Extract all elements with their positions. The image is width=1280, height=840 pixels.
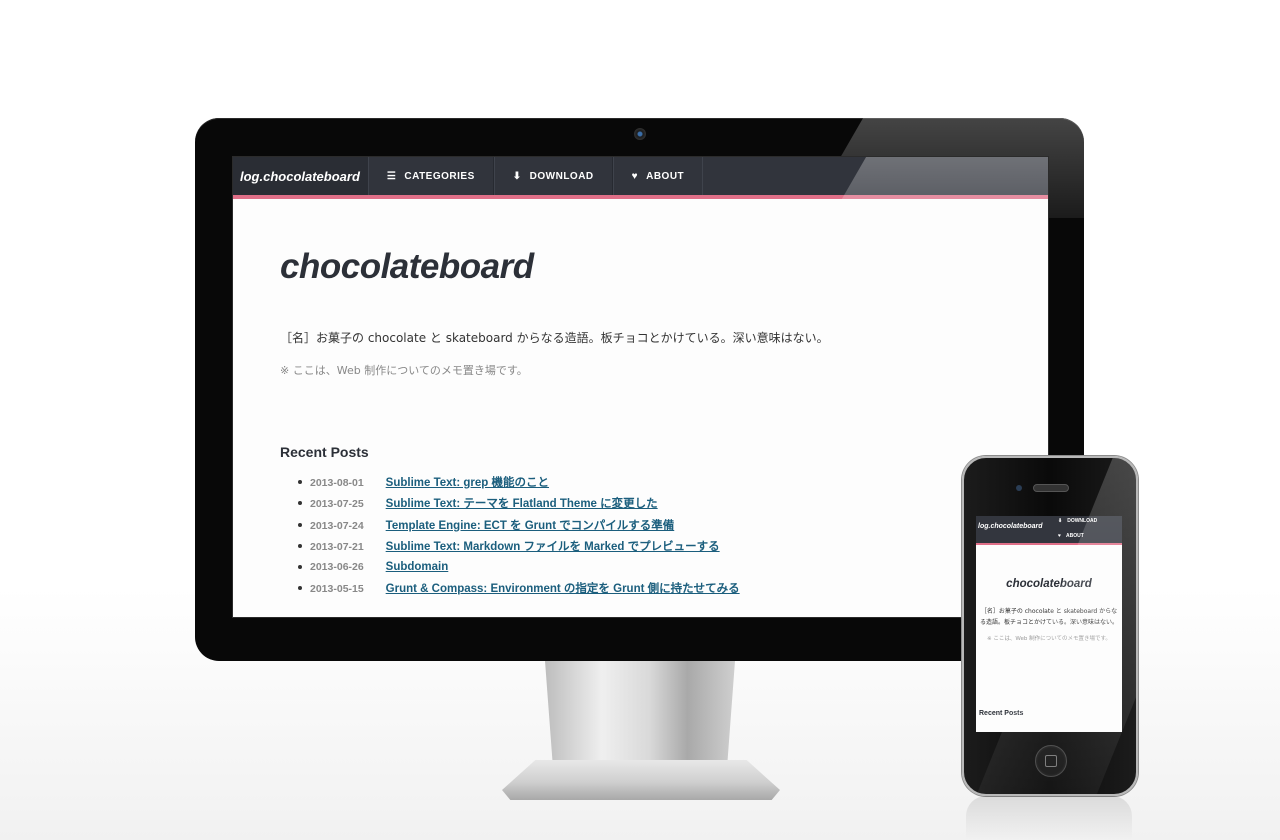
list-item: 2013-07-24 Template Engine: ECT を Grunt … [298,517,1020,538]
desktop-screen: log.chocolateboard ☰ CATEGORIES ⬇ DOWNLO… [232,156,1049,618]
download-icon: ⬇ [1058,518,1063,524]
post-link[interactable]: Sublime Text: テーマを Flatland Theme に変更した [386,498,658,510]
heart-icon: ♥ [1058,533,1061,539]
site-logo[interactable]: log.chocolateboard [233,157,368,195]
nav-download-label: DOWNLOAD [529,170,594,182]
phone-nav-about[interactable]: ♥ ABOUT [1058,533,1084,539]
desktop-monitor: log.chocolateboard ☰ CATEGORIES ⬇ DOWNLO… [195,118,1084,661]
post-date: 2013-07-25 [310,498,364,511]
phone-page-title: chocolateboard [1006,578,1092,590]
nav-about[interactable]: ♥ ABOUT [612,157,704,195]
phone-speaker [1033,484,1069,492]
post-link[interactable]: Sublime Text: grep 機能のこと [386,477,549,489]
post-date: 2013-05-15 [310,583,364,596]
phone-navbar: log.chocolateboard ⬇ DOWNLOAD ♥ ABOUT [976,516,1122,545]
list-item: 2013-07-21 Sublime Text: Markdown ファイルを … [298,538,1020,559]
site-description: ［名］お菓子の chocolate と skateboard からなる造語。板チ… [280,331,829,345]
post-link[interactable]: Subdomain [386,561,449,573]
phone-site-note: ※ ここは、Web 制作についてのメモ置き場です。 [987,636,1111,642]
post-date: 2013-07-21 [310,540,364,553]
phone-screen: log.chocolateboard ⬇ DOWNLOAD ♥ ABOUT choc… [976,516,1122,732]
page-title: chocolateboard [280,247,534,286]
post-date: 2013-08-01 [310,477,364,489]
home-button[interactable] [1035,745,1067,777]
download-icon: ⬇ [512,170,522,182]
phone-nav-download[interactable]: ⬇ DOWNLOAD [1058,518,1097,524]
phone-camera-icon [1016,485,1022,491]
post-link[interactable]: Grunt & Compass: Environment の指定を Grunt … [386,583,740,595]
phone-content: chocolateboard ［名］お菓子の chocolate と skate… [980,578,1118,644]
nav-categories-label: CATEGORIES [404,170,475,182]
site-note: ※ ここは、Web 制作についてのメモ置き場です。 [280,364,528,377]
main-content: chocolateboard ［名］お菓子の chocolate と skate… [280,247,1020,602]
post-date: 2013-07-24 [310,519,364,532]
phone-nav-download-label: DOWNLOAD [1067,518,1098,524]
nav-about-label: ABOUT [646,170,685,182]
webcam-icon [634,128,646,140]
recent-posts-heading: Recent Posts [280,444,369,460]
nav-categories[interactable]: ☰ CATEGORIES [367,157,494,195]
nav-download[interactable]: ⬇ DOWNLOAD [493,157,613,195]
list-item: 2013-07-25 Sublime Text: テーマを Flatland T… [298,495,1020,516]
list-item: 2013-06-26 Subdomain [298,559,1020,580]
monitor-stand-base [502,760,780,800]
recent-posts-list: 2013-08-01 Sublime Text: grep 機能のこと 2013… [280,474,1020,602]
phone-nav-about-label: ABOUT [1065,533,1084,539]
list-item: 2013-08-01 Sublime Text: grep 機能のこと [298,474,1020,495]
heart-icon: ♥ [631,170,639,182]
phone-device: log.chocolateboard ⬇ DOWNLOAD ♥ ABOUT choc… [962,456,1138,796]
list-item: 2013-05-15 Grunt & Compass: Environment … [298,580,1020,601]
post-link[interactable]: Sublime Text: Markdown ファイルを Marked でプレビ… [386,541,720,553]
phone-site-description: ［名］お菓子の chocolate と skateboard からなる造語。板チ… [980,608,1119,626]
phone-reflection [966,796,1132,840]
site-navbar: log.chocolateboard ☰ CATEGORIES ⬇ DOWNLO… [233,157,1048,199]
post-date: 2013-06-26 [310,561,364,574]
phone-recent-posts-heading: Recent Posts [979,710,1024,717]
post-link[interactable]: Template Engine: ECT を Grunt でコンパイルする準備 [386,520,675,532]
list-icon: ☰ [386,170,397,182]
phone-site-logo[interactable]: log.chocolateboard [978,523,1043,530]
